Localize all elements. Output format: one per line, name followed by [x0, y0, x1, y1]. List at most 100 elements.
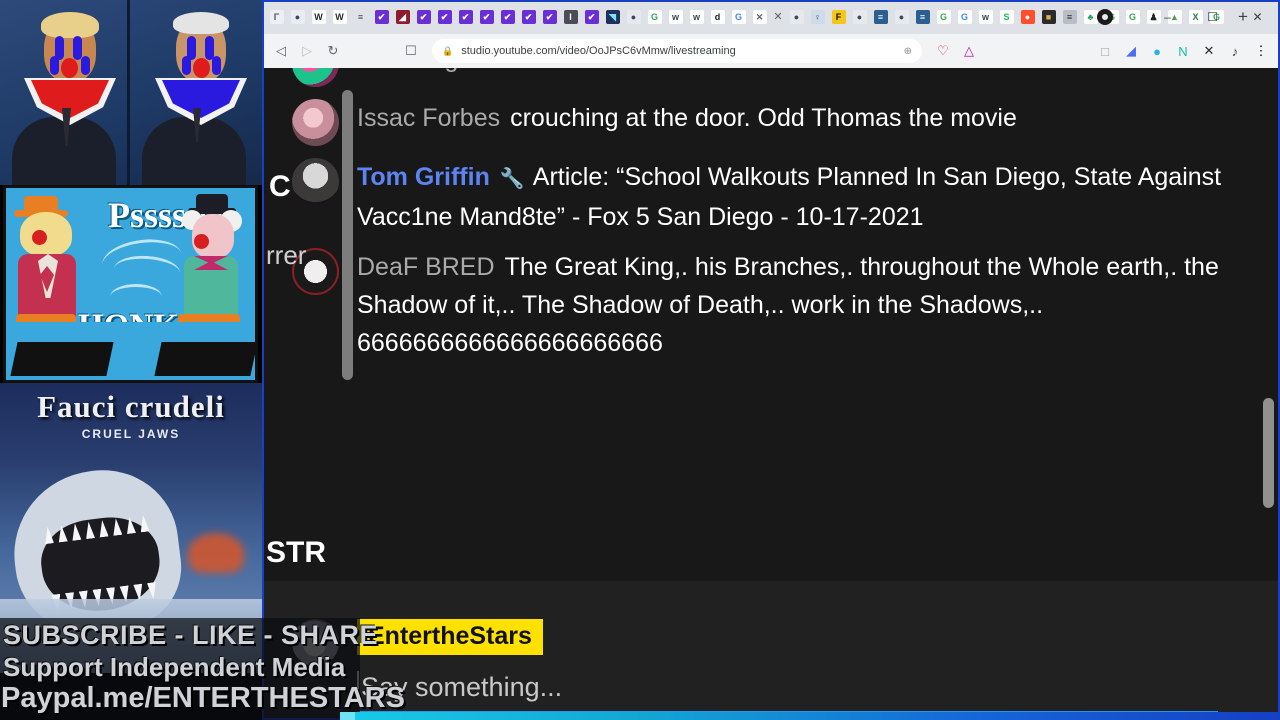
tab-close-icon[interactable]: ✕: [770, 11, 786, 23]
browser-tab[interactable]: ●: [1017, 2, 1038, 32]
browser-tab[interactable]: ●: [623, 2, 644, 32]
avatar[interactable]: [292, 99, 339, 146]
browser-tab[interactable]: ✔: [434, 2, 455, 32]
browser-tab[interactable]: ≡: [912, 2, 933, 32]
browser-tab[interactable]: w: [975, 2, 996, 32]
browser-extension-icon[interactable]: ✕: [1196, 38, 1222, 64]
browser-extension-icon[interactable]: ♡: [930, 38, 956, 64]
back-button[interactable]: ◁: [268, 38, 294, 64]
browser-tab[interactable]: w: [686, 2, 707, 32]
close-button[interactable]: ✕: [1235, 0, 1280, 34]
chat-message-clipped: ldz meagle P.R. IONS.... P.R. CAMPAIGN: [264, 68, 1278, 93]
tab-favicon-icon: ≡: [915, 10, 930, 24]
minimize-button[interactable]: –: [1145, 0, 1190, 34]
chat-author[interactable]: Issac Forbes: [357, 104, 500, 132]
tab-favicon-icon: F: [831, 10, 846, 24]
chat-text: P.R. IONS.... P.R. CAMPAIGN: [488, 68, 820, 73]
tab-favicon-icon: S: [999, 10, 1014, 24]
tab-favicon-icon: ✔: [521, 10, 536, 24]
tab-favicon-icon: w: [689, 10, 704, 24]
browser-tab[interactable]: w: [665, 2, 686, 32]
browser-tab[interactable]: ≡: [1059, 2, 1080, 32]
browser-tab[interactable]: d: [707, 2, 728, 32]
browser-tab[interactable]: ≡: [350, 2, 371, 32]
chat-author[interactable]: DeaF BRED: [357, 253, 495, 281]
cartoon-desk-right: [154, 342, 255, 376]
browser-tab[interactable]: G: [933, 2, 954, 32]
chat-message-body: ldz meagle P.R. IONS.... P.R. CAMPAIGN: [357, 68, 1248, 78]
browser-tab[interactable]: ◢: [392, 2, 413, 32]
browser-tab[interactable]: ✔: [371, 2, 392, 32]
banner-line-support: Support Independent Media: [3, 652, 346, 682]
chat-scrollbar-thumb[interactable]: [342, 90, 353, 380]
tab-favicon-icon: ♣: [1083, 10, 1098, 24]
composer-input-row[interactable]: Say something...: [357, 669, 1218, 705]
composer-placeholder: Say something...: [361, 671, 563, 702]
browser-tab[interactable]: F: [828, 2, 849, 32]
chat-message-body: DeaF BRED The Great King,. his Branches,.…: [357, 248, 1248, 362]
poster-subtitle: CRUEL JAWS: [81, 427, 181, 441]
browser-tab[interactable]: ✔: [497, 2, 518, 32]
browser-tab[interactable]: W: [308, 2, 329, 32]
zoom-icon[interactable]: ⊕: [904, 46, 912, 57]
chat-text: crouching at the door. Odd Thomas the mo…: [510, 104, 1017, 132]
browser-tab[interactable]: G: [954, 2, 975, 32]
maximize-button[interactable]: ☐: [1190, 0, 1235, 34]
browser-tab[interactable]: S: [996, 2, 1017, 32]
chat-scroll-area[interactable]: ldz meagle P.R. IONS.... P.R. CAMPAIGN Is…: [264, 68, 1278, 581]
forward-button: ▷: [302, 43, 312, 58]
browser-tab[interactable]: ●: [287, 2, 308, 32]
browser-tab[interactable]: I: [560, 2, 581, 32]
browser-menu-button[interactable]: ⋮: [1248, 38, 1274, 64]
browser-tab[interactable]: ✔: [581, 2, 602, 32]
avatar[interactable]: [292, 68, 339, 87]
profile-avatar-icon[interactable]: [1097, 9, 1113, 25]
browser-tab[interactable]: ✕: [749, 2, 770, 32]
browser-tab[interactable]: ●: [849, 2, 870, 32]
browser-extension-icon[interactable]: ♪: [1222, 38, 1248, 64]
lock-icon: 🔒: [442, 45, 454, 56]
address-bar[interactable]: 🔒 studio.youtube.com/video/OoJPsC6vMmw/l…: [432, 39, 922, 63]
tab-favicon-icon: G: [647, 10, 662, 24]
browser-tab[interactable]: G: [644, 2, 665, 32]
tab-favicon-icon: ✔: [416, 10, 431, 24]
browser-tab[interactable]: W: [329, 2, 350, 32]
bookmark-icon[interactable]: ☐: [398, 38, 424, 64]
browser-tab[interactable]: Γ: [266, 2, 287, 32]
tab-favicon-icon: ◢: [395, 10, 410, 24]
browser-tab[interactable]: ✔: [539, 2, 560, 32]
tab-favicon-icon: ✔: [437, 10, 452, 24]
browser-tab[interactable]: ✔: [455, 2, 476, 32]
browser-tab[interactable]: ≡: [870, 2, 891, 32]
browser-tab[interactable]: G: [728, 2, 749, 32]
browser-extension-icon[interactable]: △: [956, 38, 982, 64]
browser-extension-icon[interactable]: □: [1092, 38, 1118, 64]
browser-tab[interactable]: ●: [786, 2, 807, 32]
browser-tab[interactable]: ♀: [807, 2, 828, 32]
browser-extension-icon[interactable]: N: [1170, 38, 1196, 64]
chat-author[interactable]: ldz meagle: [357, 68, 478, 73]
browser-tab[interactable]: ✔: [518, 2, 539, 32]
wrench-icon: 🔧: [499, 168, 525, 190]
browser-extension-icon[interactable]: ●: [1144, 38, 1170, 64]
tab-favicon-icon: ✔: [500, 10, 515, 24]
chat-composer: EntertheStars Say something...: [264, 581, 1278, 718]
avatar[interactable]: [292, 158, 339, 205]
bottom-progress-bar[interactable]: [355, 712, 1280, 720]
chat-message: Issac Forbes crouching at the door. Odd T…: [264, 93, 1278, 152]
browser-tab[interactable]: ✔: [413, 2, 434, 32]
page-scrollbar-thumb[interactable]: [1263, 398, 1274, 508]
browser-tab[interactable]: ◥: [602, 2, 623, 32]
tab-favicon-icon: ●: [1020, 10, 1035, 24]
subscribe-banner: SUBSCRIBE - LIKE - SHARE Support Indepen…: [0, 618, 405, 720]
browser-extension-icon[interactable]: ◢: [1118, 38, 1144, 64]
tab-favicon-icon: ■: [1041, 10, 1056, 24]
reload-button[interactable]: ↻: [320, 38, 346, 64]
browser-tab[interactable]: ✔: [476, 2, 497, 32]
chat-author-moderator[interactable]: Tom Griffin: [357, 163, 490, 191]
tab-favicon-icon: ♀: [810, 10, 825, 24]
browser-tab[interactable]: ■: [1038, 2, 1059, 32]
tab-favicon-icon: ●: [626, 10, 641, 24]
browser-tab[interactable]: ●: [891, 2, 912, 32]
tab-favicon-icon: I: [563, 10, 578, 24]
